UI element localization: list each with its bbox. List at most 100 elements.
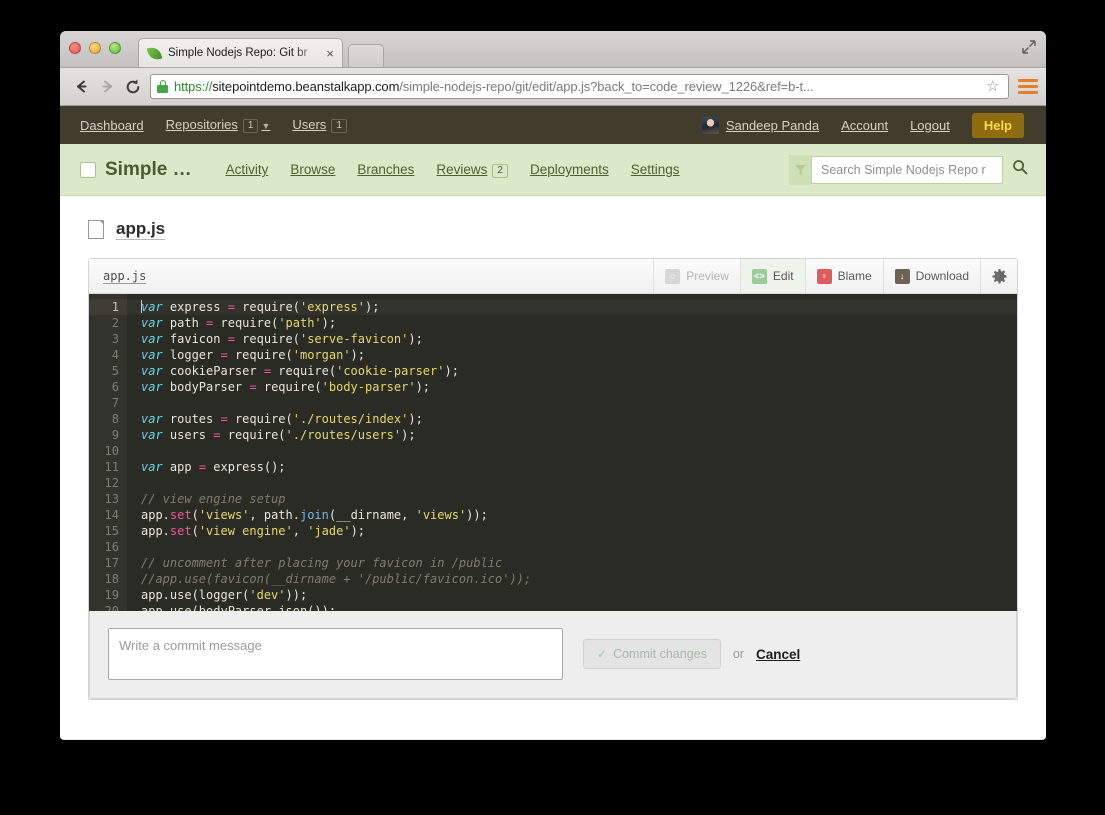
code-line[interactable]: var logger = require('morgan');	[141, 347, 1017, 363]
edit-button[interactable]: <> Edit	[740, 259, 805, 293]
code-content[interactable]: var express = require('express');var pat…	[127, 294, 1017, 611]
code-token: =	[220, 412, 227, 426]
line-number: 17	[89, 555, 119, 571]
code-line[interactable]: var routes = require('./routes/index');	[141, 411, 1017, 427]
code-token: var	[141, 428, 163, 442]
nav-users[interactable]: Users1	[292, 117, 347, 133]
commit-actions: ✓ Commit changes or Cancel	[583, 639, 800, 669]
commit-message-input[interactable]	[108, 628, 563, 680]
code-line[interactable]: //app.use(favicon(__dirname + '/public/f…	[141, 571, 1017, 587]
maximize-window-button[interactable]	[109, 42, 121, 54]
gear-icon[interactable]	[980, 259, 1017, 293]
repo-tab-branches[interactable]: Branches	[357, 162, 414, 177]
code-token: require(	[235, 300, 300, 314]
code-line[interactable]: app.use(logger('dev'));	[141, 587, 1017, 603]
browser-tab[interactable]: Simple Nodejs Repo: Git br ×	[138, 38, 343, 67]
nav-help-button[interactable]: Help	[972, 113, 1024, 138]
bookmark-star-icon[interactable]: ☆	[986, 79, 1002, 94]
code-line[interactable]	[141, 443, 1017, 459]
code-line[interactable]: app.set('view engine', 'jade');	[141, 523, 1017, 539]
code-token: './routes/index'	[293, 412, 409, 426]
code-line[interactable]: var users = require('./routes/users');	[141, 427, 1017, 443]
repo-tab-reviews[interactable]: Reviews2	[436, 162, 508, 178]
code-token: app.use(bodyParser.json());	[141, 604, 336, 611]
code-token: require(	[213, 316, 278, 330]
browser-menu-icon[interactable]	[1018, 77, 1038, 97]
nav-user-profile[interactable]: Sandeep Panda	[702, 117, 819, 134]
close-window-button[interactable]	[69, 42, 81, 54]
code-token: set	[170, 508, 192, 522]
code-line[interactable]: app.set('views', path.join(__dirname, 'v…	[141, 507, 1017, 523]
code-line[interactable]	[141, 395, 1017, 411]
search-icon[interactable]	[1012, 159, 1028, 180]
code-line[interactable]: app.use(bodyParser.json());	[141, 603, 1017, 611]
repo-tab-settings[interactable]: Settings	[631, 162, 680, 177]
code-line[interactable]: var cookieParser = require('cookie-parse…	[141, 363, 1017, 379]
code-editor[interactable]: 1234567891011121314151617181920 var expr…	[89, 294, 1017, 611]
code-token: path	[163, 316, 206, 330]
code-token: =	[264, 364, 271, 378]
line-number: 4	[89, 347, 119, 363]
code-line[interactable]	[141, 475, 1017, 491]
repo-tab-activity[interactable]: Activity	[226, 162, 269, 177]
nav-logout[interactable]: Logout	[910, 118, 950, 133]
nav-account[interactable]: Account	[841, 118, 888, 133]
code-line[interactable]: var express = require('express');	[127, 299, 1017, 315]
repo-favorite-checkbox[interactable]	[80, 162, 96, 178]
nav-dashboard[interactable]: Dashboard	[80, 118, 144, 133]
page-title[interactable]: app.js	[116, 218, 165, 240]
code-token: ));	[466, 508, 488, 522]
code-line[interactable]: var app = express();	[141, 459, 1017, 475]
chevron-down-icon[interactable]: ▼	[261, 121, 270, 131]
page-content: Dashboard Repositories1▼ Users1 Sandeep …	[60, 106, 1046, 739]
code-line[interactable]: var bodyParser = require('body-parser');	[141, 379, 1017, 395]
address-bar[interactable]: https://sitepointdemo.beanstalkapp.com/s…	[150, 74, 1009, 99]
code-token: (__dirname,	[329, 508, 416, 522]
line-number: 10	[89, 443, 119, 459]
download-label: Download	[916, 269, 969, 283]
code-line[interactable]: // view engine setup	[141, 491, 1017, 507]
preview-button[interactable]: ○ Preview	[653, 259, 740, 293]
code-line[interactable]	[141, 539, 1017, 555]
repo-search-box[interactable]	[811, 156, 1003, 184]
reload-button[interactable]	[120, 74, 146, 100]
repo-tab-deployments[interactable]: Deployments	[530, 162, 609, 177]
cancel-link[interactable]: Cancel	[756, 647, 800, 662]
editor-panel: app.js ○ Preview <> Edit ♀ Blame	[88, 258, 1018, 700]
repository-nav: Simple … Activity Browse Branches Review…	[60, 144, 1046, 196]
code-token: var	[141, 380, 163, 394]
check-icon: ✓	[597, 647, 607, 661]
code-token: 'morgan'	[293, 348, 351, 362]
code-token: =	[220, 348, 227, 362]
nav-repositories[interactable]: Repositories1▼	[166, 117, 271, 133]
url-scheme: https://	[174, 79, 212, 94]
code-token: require(	[228, 348, 293, 362]
back-button[interactable]	[68, 74, 94, 100]
fullscreen-icon[interactable]	[1022, 40, 1036, 54]
file-icon	[88, 220, 104, 239]
code-line[interactable]: var favicon = require('serve-favicon');	[141, 331, 1017, 347]
blame-button[interactable]: ♀ Blame	[805, 259, 883, 293]
repo-search-input[interactable]	[819, 162, 995, 178]
preview-icon: ○	[665, 269, 680, 284]
new-tab-button[interactable]	[348, 44, 384, 67]
code-token: //app.use(favicon(__dirname + '/public/f…	[141, 572, 531, 586]
blame-pin-icon: ♀	[817, 269, 832, 284]
forward-button[interactable]	[94, 74, 120, 100]
code-token: , path.	[249, 508, 300, 522]
repo-tab-browse[interactable]: Browse	[290, 162, 335, 177]
breadcrumb-file[interactable]: app.js	[103, 269, 146, 284]
code-line[interactable]: // uncomment after placing your favicon …	[141, 555, 1017, 571]
filter-icon[interactable]	[789, 155, 811, 185]
code-token: users	[163, 428, 214, 442]
minimize-window-button[interactable]	[89, 42, 101, 54]
close-tab-icon[interactable]: ×	[324, 47, 336, 60]
commit-changes-button[interactable]: ✓ Commit changes	[583, 639, 721, 669]
code-line[interactable]: var path = require('path');	[141, 315, 1017, 331]
download-button[interactable]: ↓ Download	[883, 259, 980, 293]
code-token: var	[141, 316, 163, 330]
code-token: bodyParser	[163, 380, 250, 394]
edit-label: Edit	[773, 269, 794, 283]
code-token: var	[141, 364, 163, 378]
file-header: app.js	[88, 218, 1018, 240]
